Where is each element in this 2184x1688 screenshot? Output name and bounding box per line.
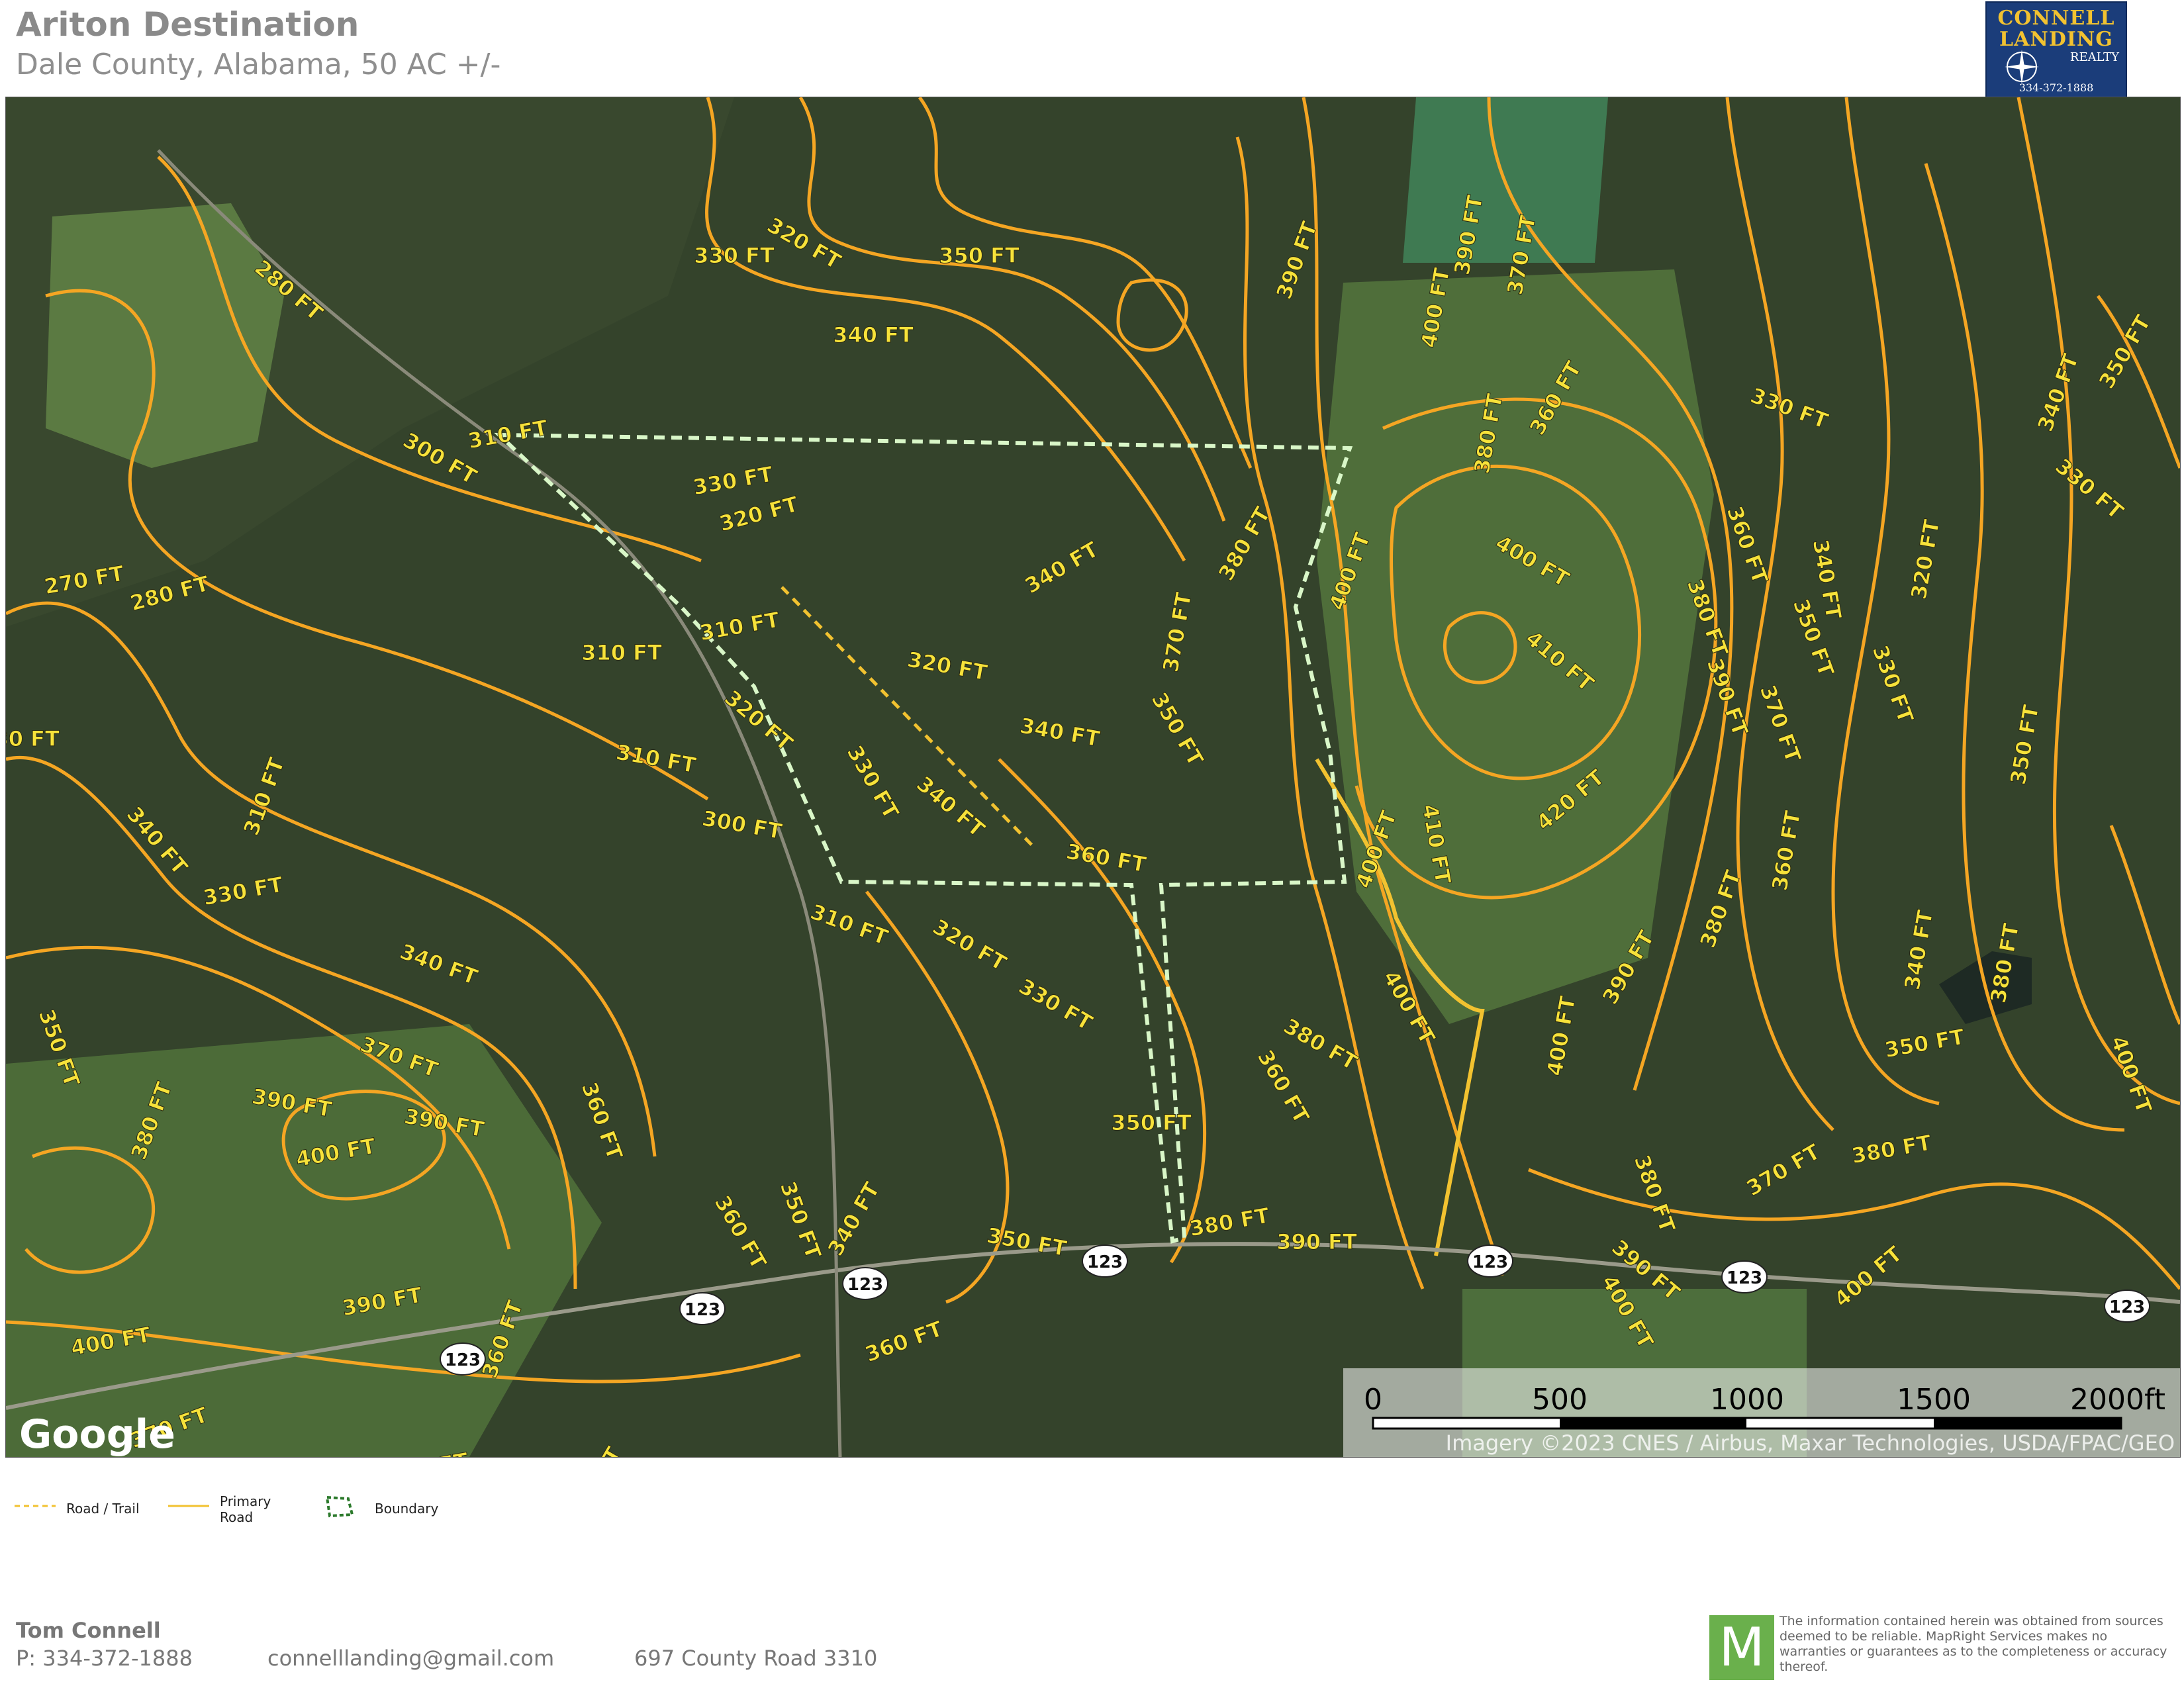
map-canvas[interactable]: 280 FT300 FT310 FT330 FT320 FT270 FT 280 … <box>6 97 2180 1457</box>
compass-rose-icon <box>2005 50 2039 84</box>
route-123-label: 123 <box>847 1275 883 1295</box>
route-123-shield: 123 <box>842 1267 888 1300</box>
agent-name: Tom Connell <box>16 1618 161 1643</box>
legend-boundary: Boundary <box>375 1501 439 1517</box>
scale-tick-label: 0 <box>1364 1383 1382 1417</box>
open-field <box>46 203 284 468</box>
logo-phone: 334-372-1888 <box>2018 81 2094 94</box>
route-123-shield: 123 <box>2104 1289 2150 1323</box>
route-123-label: 123 <box>1472 1252 1508 1272</box>
contour-label: 350 FT <box>1111 1110 1192 1135</box>
route-123-label: 123 <box>1727 1268 1762 1288</box>
topographic-map[interactable]: 280 FT 300 FT 310 FT 330 FT 320 FT 270 FT 280 … <box>5 97 2181 1458</box>
scale-tick-label: 2000ft <box>2070 1383 2165 1417</box>
scale-tick-label: 1500 <box>1897 1383 1971 1417</box>
mapright-logo: M <box>1709 1615 1774 1680</box>
route-123-label: 123 <box>1087 1252 1123 1272</box>
solid-line-icon <box>168 1505 209 1507</box>
page-subtitle: Dale County, Alabama, 50 AC +/- <box>16 48 501 81</box>
imagery-attribution: Imagery ©2023 CNES / Airbus, Maxar Techn… <box>1446 1430 2175 1456</box>
company-logo: CONNELL LANDING REALTY 334-372-1888 <box>1985 1 2127 98</box>
route-123-shield: 123 <box>1467 1244 1513 1278</box>
route-123-label: 123 <box>2109 1297 2145 1317</box>
scale-bar: 0 500 1000 1500 2000ft Imagery ©2023 CNE… <box>1343 1368 2180 1457</box>
contour-label: 390 FT <box>1276 1229 1357 1254</box>
google-logo: Google <box>19 1411 175 1457</box>
route-123-label: 123 <box>445 1350 481 1370</box>
agent-phone: P: 334-372-1888 <box>16 1646 193 1671</box>
dashed-line-icon <box>15 1505 56 1507</box>
scale-tick-label: 500 <box>1532 1383 1588 1417</box>
contour-label: 340 FT <box>833 322 914 348</box>
contour-label: 330 FT <box>694 243 775 268</box>
page-title: Ariton Destination <box>16 5 359 44</box>
scale-bar-segment <box>1934 1418 2121 1429</box>
contour-label: 350 FT <box>939 243 1020 268</box>
scale-tick-label: 1000 <box>1710 1383 1784 1417</box>
legend-primary-road: Primary Road <box>220 1493 271 1525</box>
logo-line-1: CONNELL <box>1997 7 2115 30</box>
agent-address: 697 County Road 3310 <box>634 1646 878 1671</box>
route-123-shield: 123 <box>1082 1244 1128 1278</box>
scale-bar-segment <box>1560 1418 1746 1429</box>
logo-line-3: REALTY <box>2069 50 2119 64</box>
route-123-shield: 123 <box>440 1342 486 1376</box>
route-123-label: 123 <box>685 1300 720 1320</box>
route-123-shield: 123 <box>1721 1260 1768 1293</box>
contour-label: 330 FT <box>6 726 60 751</box>
contour-label: 310 FT <box>581 640 662 665</box>
agent-email[interactable]: connelllanding@gmail.com <box>267 1646 554 1671</box>
route-123-shield: 123 <box>679 1292 726 1325</box>
boundary-polygon-icon <box>325 1495 354 1518</box>
disclaimer-text: The information contained herein was obt… <box>1780 1614 2167 1674</box>
legend-road-trail: Road / Trail <box>66 1501 140 1517</box>
